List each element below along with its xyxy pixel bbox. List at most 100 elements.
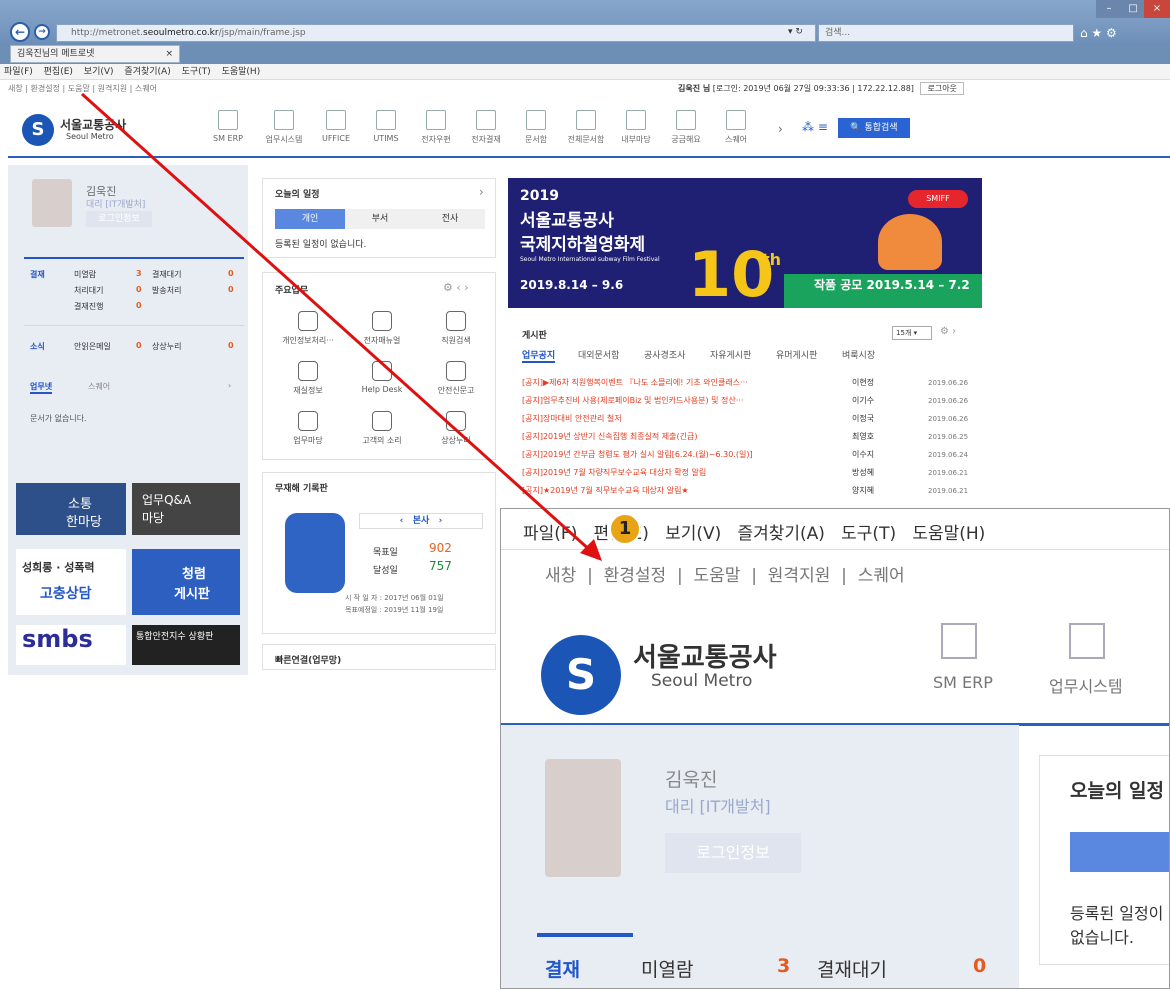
browser-tab[interactable]: 김욱진님의 메트로넷 × (10, 45, 180, 63)
gnb-questions[interactable]: 궁금해요 (662, 110, 710, 145)
menu-favorites[interactable]: 즐겨찾기(A) (124, 67, 170, 77)
seoul-metro-logo[interactable]: S (22, 114, 54, 146)
table-row[interactable]: [공지]업무추진비 사용(제로페이Biz 및 법인카드사용분) 및 정산··· … (522, 394, 968, 408)
tab-company[interactable]: 전사 (415, 209, 485, 229)
zoom-link-help[interactable]: 도움말 (694, 566, 741, 586)
chevron-right-icon[interactable]: › (778, 122, 783, 136)
login-info-button[interactable]: 로그인정보 (86, 211, 152, 227)
sangsang-label[interactable]: 상상누리 (152, 341, 181, 352)
close-window-button[interactable]: × (1144, 0, 1170, 18)
notice-title[interactable]: [공지]장마대비 안전관리 철저 (522, 412, 842, 426)
send-count[interactable]: 0 (228, 285, 234, 294)
tab-square[interactable]: 스퀘어 (88, 381, 110, 392)
banner-communication[interactable]: 소통 한마당 (16, 483, 126, 535)
notice-title[interactable]: [공지]▶제6차 직원행복이벤트 『나도 소믈리에! 기초 와인클래스··· (522, 376, 842, 390)
board-tab-4[interactable]: 자유게시판 (710, 348, 751, 361)
unread-count[interactable]: 3 (136, 269, 142, 278)
refresh-icon[interactable]: ▾ ↻ (788, 27, 803, 37)
notice-title[interactable]: [공지]업무추진비 사용(제로페이Biz 및 법인카드사용분) 및 정산··· (522, 394, 842, 408)
gnb-square[interactable]: 스퀘어 (712, 110, 760, 145)
board-settings-icon[interactable]: ⚙ › (940, 326, 956, 337)
zoom-gnb-erp[interactable]: SM ERP (933, 673, 993, 692)
banner-qna[interactable]: 업무Q&A 마당 (132, 483, 240, 535)
gnb-all-docs[interactable]: 전체문서함 (562, 110, 610, 145)
processing-label[interactable]: 처리대기 (74, 285, 103, 296)
home-star-gear-icons[interactable]: ⌂ ★ ⚙ (1080, 26, 1117, 40)
zoom-gnb-work[interactable]: 업무시스템 (1049, 673, 1123, 697)
zoom-menu-favorites[interactable]: 즐겨찾기(A) (737, 524, 824, 544)
board-tab-5[interactable]: 유머게시판 (776, 348, 817, 361)
gnb-docbox[interactable]: 문서함 (512, 110, 560, 145)
address-bar[interactable]: http://metronet.seoulmetro.co.kr/jsp/mai… (56, 24, 816, 42)
board-tab-2[interactable]: 대외문서함 (578, 348, 619, 361)
link-new-window[interactable]: 새창 (8, 84, 23, 93)
unread-mail-label[interactable]: 안읽은메일 (74, 341, 111, 352)
link-remote[interactable]: 원격지원 (98, 84, 127, 93)
task-2[interactable]: 전자매뉴얼 (345, 311, 419, 346)
progress-count[interactable]: 0 (136, 301, 142, 310)
gnb-work-system[interactable]: 업무시스템 (260, 110, 308, 145)
link-help[interactable]: 도움말 (68, 84, 90, 93)
zoom-unread-label[interactable]: 미열람 (641, 955, 693, 982)
table-row[interactable]: [공지]▶제6차 직원행복이벤트 『나도 소믈리에! 기초 와인클래스··· 이… (522, 376, 968, 390)
zoom-link-new-window[interactable]: 새창 (545, 566, 576, 586)
banner-smbs[interactable]: smbs (16, 625, 126, 665)
banner-integrity[interactable]: 청렴 게시판 (132, 549, 240, 615)
gnb-email[interactable]: 전자우편 (412, 110, 460, 145)
send-label[interactable]: 발송처리 (152, 285, 181, 296)
chevron-right-icon[interactable]: › (479, 185, 484, 199)
banner-harassment[interactable]: 성희롱 · 성폭력 고충상담 (16, 549, 126, 615)
menu-file[interactable]: 파일(F) (4, 67, 33, 77)
close-tab-icon[interactable]: × (165, 46, 173, 62)
task-1[interactable]: 개인정보처리··· (271, 311, 345, 346)
browser-search-input[interactable]: 검색... (818, 24, 1074, 42)
task-8[interactable]: 고객의 소리 (345, 411, 419, 446)
zoom-link-remote[interactable]: 원격지원 (768, 566, 831, 586)
pending-count[interactable]: 0 (228, 269, 234, 278)
unread-mail-count[interactable]: 0 (136, 341, 142, 350)
task-5[interactable]: Help Desk (345, 361, 419, 394)
notice-title[interactable]: [공지]★2019년 7월 직무보수교육 대상자 알림★ (522, 484, 842, 498)
zoom-pending-count[interactable]: 0 (973, 955, 986, 977)
board-tab-3[interactable]: 공사경조사 (644, 348, 685, 361)
tab-worknet[interactable]: 업무넷 (30, 381, 53, 394)
zoom-menu-file[interactable]: 파일(F) (523, 524, 577, 544)
task-9[interactable]: 상상누리 (419, 411, 493, 446)
table-row[interactable]: [공지]2019년 간부급 청렴도 평가 실시 알림[6.24.(월)~6.30… (522, 448, 968, 462)
sitemap-icon[interactable]: ⁂ ≡ (802, 120, 828, 134)
tab-department[interactable]: 부서 (345, 209, 415, 229)
notice-title[interactable]: [공지]2019년 상반기 신속집행 최종실적 제출(긴급) (522, 430, 842, 444)
integrated-search-button[interactable]: 🔍 통합검색 (838, 118, 910, 138)
progress-label[interactable]: 결재진행 (74, 301, 103, 312)
zoom-link-settings[interactable]: 환경설정 (604, 566, 667, 586)
gnb-sm-erp[interactable]: SM ERP (204, 110, 252, 143)
board-count-select[interactable]: 15개 ▾ (892, 326, 932, 340)
link-square[interactable]: 스퀘어 (135, 84, 157, 93)
notice-title[interactable]: [공지]2019년 간부급 청렴도 평가 실시 알림[6.24.(월)~6.30… (522, 448, 842, 462)
zoom-tab-personal[interactable] (1070, 832, 1169, 872)
pending-label[interactable]: 결재대기 (152, 269, 181, 280)
unread-label[interactable]: 미열람 (74, 269, 96, 280)
table-row[interactable]: [공지]장마대비 안전관리 철저 이정국 2019.06.26 (522, 412, 968, 426)
maximize-button[interactable]: □ (1120, 0, 1146, 18)
forward-icon[interactable]: → (34, 24, 50, 40)
sangsang-count[interactable]: 0 (228, 341, 234, 350)
menu-edit[interactable]: 편집(E) (44, 67, 73, 77)
zoom-menu-tools[interactable]: 도구(T) (841, 524, 896, 544)
zoom-unread-count[interactable]: 3 (777, 955, 790, 977)
tasks-controls-icon[interactable]: ⚙ ‹ › (443, 281, 469, 294)
processing-count[interactable]: 0 (136, 285, 142, 294)
gnb-approval[interactable]: 전자결재 (462, 110, 510, 145)
gnb-uffice[interactable]: UFFICE (312, 110, 360, 143)
zoom-menu-help[interactable]: 도움말(H) (912, 524, 985, 544)
tab-personal[interactable]: 개인 (275, 209, 345, 229)
quicklinks-title[interactable]: 빠른연결(업무망) (275, 653, 341, 666)
table-row[interactable]: [공지]2019년 상반기 신속집행 최종실적 제출(긴급) 최영호 2019.… (522, 430, 968, 444)
zoom-menu-view[interactable]: 보기(V) (665, 524, 721, 544)
zoom-link-square[interactable]: 스퀘어 (858, 566, 905, 586)
table-row[interactable]: [공지]2019년 7월 차량직무보수교육 대상자 확정 알림 방성혜 2019… (522, 466, 968, 480)
board-tab-6[interactable]: 벼룩시장 (842, 348, 875, 361)
table-row[interactable]: [공지]★2019년 7월 직무보수교육 대상자 알림★ 양지혜 2019.06… (522, 484, 968, 498)
menu-help[interactable]: 도움말(H) (222, 67, 261, 77)
back-icon[interactable]: ← (10, 22, 30, 42)
